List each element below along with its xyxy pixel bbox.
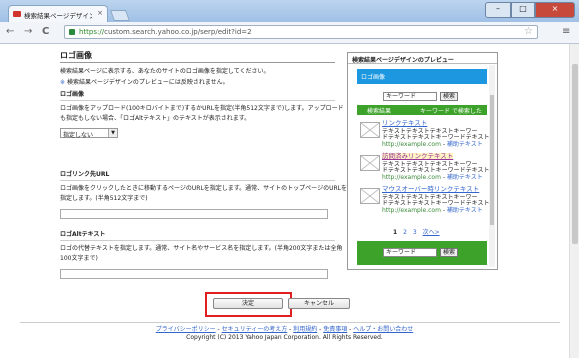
preview-result-text: ドテキストテキストキーワードテキスト — [382, 167, 490, 174]
preview-search-input[interactable]: キーワード — [383, 92, 437, 101]
cancel-button[interactable]: キャンセル — [288, 298, 350, 309]
pager-current: 1 — [393, 229, 398, 236]
image-placeholder-icon — [360, 155, 380, 171]
chevron-down-icon: ▼ — [108, 129, 117, 137]
preview-result-link[interactable]: リンクテキスト — [382, 120, 427, 127]
logo-image-desc-line1: ロゴ画像をアップロード(100キロバイトまで)するかURLを指定(半角512文字… — [60, 105, 344, 112]
footer-links: プライバシーポリシー - セキュリティーの考え方 - 利用規約 - 免責事項 -… — [155, 326, 414, 333]
logo-alt-desc-line1: ロゴの代替テキストを指定します。通常、サイト名やサービス名を指定します。(半角2… — [60, 245, 343, 252]
logo-image-label: ロゴ画像 — [60, 91, 85, 98]
logo-section-title: ロゴ画像 — [60, 51, 92, 60]
logo-alt-desc-line2: 100文字まで) — [60, 255, 98, 262]
forward-arrow-icon[interactable]: → — [24, 26, 32, 37]
preview-scrollbar[interactable] — [489, 65, 495, 267]
logo-section-note: ※ 検索結果ページデザインのプレビューには反映されません。 — [60, 79, 229, 86]
logo-link-url-input[interactable] — [60, 209, 328, 219]
preview-logo-area: ロゴ画像 — [357, 69, 487, 84]
back-arrow-icon[interactable]: ← — [6, 26, 14, 37]
design-preview-panel: 検索結果ページデザインのプレビュー ロゴ画像 キーワード 検索 検索結果 キーワ… — [347, 52, 498, 270]
preview-results-bar: 検索結果 キーワード で検索した結果 — [357, 105, 487, 124]
address-url: https://custom.search.yahoo.co.jp/serp/e… — [79, 28, 252, 36]
logo-alt-title: ロゴAltテキスト — [60, 231, 106, 238]
footer-link-privacy[interactable]: プライバシーポリシー — [156, 326, 216, 333]
preview-bar-left: 検索結果 — [367, 108, 392, 115]
preview-result-item: 訪問済みリンクテキスト テキストテキストテキストキーワー ドテキストテキストキー… — [357, 153, 490, 181]
preview-result-url-line: http://example.com - 補助テキスト — [382, 141, 483, 148]
logo-image-desc-line2: も指定もしない場合、「ロゴAltテキスト」のテキストが表示されます。 — [60, 115, 251, 122]
footer-link-security[interactable]: セキュリティーの考え方 — [222, 326, 288, 333]
preview-search-button[interactable]: 検索 — [440, 92, 458, 101]
reload-icon[interactable]: C — [42, 26, 49, 37]
logo-section-desc: 検索結果ページに表示する、あなたのサイトのロゴ画像を指定してください。 — [60, 68, 270, 75]
preview-result-text: ドテキストテキストキーワードテキスト — [382, 200, 490, 207]
maximize-button[interactable]: □ — [511, 2, 535, 18]
logo-alt-text-input[interactable] — [60, 269, 328, 279]
preview-result-text: ドテキストテキストキーワードテキスト — [382, 134, 490, 141]
preview-result-item: リンクテキスト テキストテキストテキストキーワー ドテキストテキストキーワードテ… — [357, 120, 490, 148]
bookmark-star-icon[interactable]: ☆ — [524, 26, 533, 37]
scrollbar-thumb[interactable] — [572, 64, 578, 244]
pager-next[interactable]: 次へ> — [423, 229, 440, 236]
preview-result-link[interactable]: 訪問済みリンクテキスト — [382, 153, 454, 160]
preview-result-url-line: http://example.com - 補助テキスト — [382, 174, 483, 181]
address-bar[interactable]: https://custom.search.yahoo.co.jp/serp/e… — [64, 25, 538, 39]
logo-link-title: ロゴリンク先URL — [60, 171, 110, 178]
page-scrollbar[interactable] — [569, 44, 579, 358]
lock-icon — [69, 29, 75, 35]
ok-button[interactable]: 決定 — [213, 298, 283, 309]
new-tab-button[interactable] — [109, 10, 131, 21]
footer-divider — [20, 322, 560, 323]
preview-result-url-line: http://example.com - 補助テキスト — [382, 207, 483, 214]
preview-footer-search: キーワード 検索 — [357, 241, 487, 265]
page-content: ロゴ画像 検索結果ページに表示する、あなたのサイトのロゴ画像を指定してください。… — [0, 44, 569, 358]
preview-result-link[interactable]: マウスオーバー時リンクテキスト — [382, 186, 479, 193]
preview-title: 検索結果ページデザインのプレビュー — [348, 53, 497, 64]
divider — [60, 100, 335, 101]
browser-menu-icon[interactable]: ≡ — [562, 26, 570, 37]
browser-tab[interactable]: 検索結果ページデザインの設 × — [8, 5, 108, 22]
pager-link[interactable]: 2 — [403, 229, 407, 236]
logo-link-desc-line2: 指定します。(半角512文字まで) — [60, 195, 148, 202]
preview-footer-search-input[interactable]: キーワード — [383, 248, 437, 257]
pager-link[interactable]: 3 — [413, 229, 417, 236]
image-placeholder-icon — [360, 188, 380, 204]
preview-pager: 1 2 3 次へ> — [393, 227, 444, 236]
image-placeholder-icon — [360, 122, 380, 138]
footer-link-terms[interactable]: 利用規約 — [293, 326, 317, 333]
yahoo-favicon-icon — [13, 11, 21, 17]
divider — [60, 62, 335, 63]
divider — [60, 180, 335, 181]
preview-footer-search-button[interactable]: 検索 — [440, 248, 458, 257]
browser-toolbar: ← → C https://custom.search.yahoo.co.jp/… — [0, 22, 579, 44]
divider — [60, 240, 335, 241]
preview-result-item: マウスオーバー時リンクテキスト テキストテキストテキストキーワー ドテキストテキ… — [357, 186, 490, 214]
copyright: Copyright (C) 2013 Yahoo Japan Corporati… — [186, 334, 383, 341]
window-titlebar: 検索結果ページデザインの設 × – □ × — [0, 0, 579, 22]
tab-close-icon[interactable]: × — [97, 9, 103, 17]
tab-title: 検索結果ページデザインの設 — [24, 12, 92, 20]
footer-link-disclaimer[interactable]: 免責事項 — [323, 326, 347, 333]
logo-image-select[interactable]: 指定しない ▼ — [60, 128, 118, 139]
minimize-button[interactable]: – — [485, 2, 511, 18]
footer-link-help[interactable]: ヘルプ・お問い合わせ — [353, 326, 413, 333]
close-window-button[interactable]: × — [535, 2, 575, 18]
logo-link-desc-line1: ロゴ画像をクリックしたときに移動するページのURLを指定します。通常、サイトのト… — [60, 185, 347, 192]
preview-logo-text: ロゴ画像 — [361, 74, 386, 81]
